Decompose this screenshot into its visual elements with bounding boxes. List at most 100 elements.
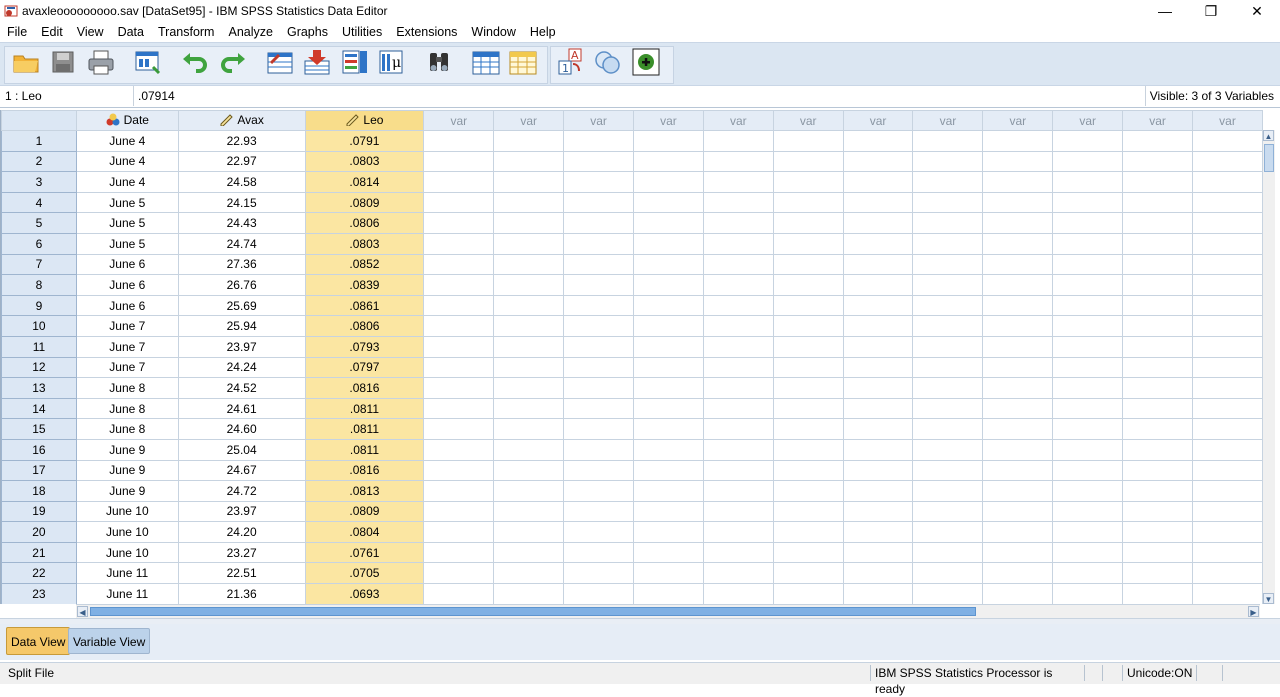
empty-cell[interactable] bbox=[1191, 130, 1263, 152]
empty-cell[interactable] bbox=[842, 397, 914, 420]
cell-date[interactable]: June 9 bbox=[75, 480, 179, 502]
empty-cell[interactable] bbox=[702, 130, 774, 152]
restore-button[interactable]: ❐ bbox=[1188, 0, 1234, 22]
empty-cell[interactable] bbox=[1122, 232, 1193, 255]
empty-cell[interactable] bbox=[772, 521, 844, 543]
empty-cell[interactable] bbox=[632, 418, 704, 440]
empty-cell[interactable] bbox=[493, 212, 565, 234]
empty-cell[interactable] bbox=[702, 583, 774, 604]
cell-avax[interactable]: 25.04 bbox=[177, 438, 306, 461]
empty-cell[interactable] bbox=[912, 459, 984, 482]
empty-cell[interactable] bbox=[493, 377, 565, 399]
cell-date[interactable]: June 11 bbox=[75, 583, 179, 604]
empty-cell[interactable] bbox=[772, 335, 844, 358]
cell-date[interactable]: June 9 bbox=[75, 438, 179, 461]
empty-cell[interactable] bbox=[772, 171, 844, 193]
empty-cell[interactable] bbox=[1122, 397, 1193, 420]
empty-cell[interactable] bbox=[1191, 500, 1263, 523]
empty-cell[interactable] bbox=[563, 397, 634, 420]
value-labels-icon[interactable]: A1 bbox=[556, 47, 586, 77]
empty-cell[interactable] bbox=[982, 191, 1054, 214]
empty-cell[interactable] bbox=[702, 418, 774, 440]
menu-analyze[interactable]: Analyze bbox=[221, 22, 279, 42]
empty-cell[interactable] bbox=[1122, 335, 1193, 358]
empty-cell[interactable] bbox=[1191, 212, 1263, 234]
empty-cell[interactable] bbox=[1122, 212, 1193, 234]
cell-date[interactable]: June 8 bbox=[75, 397, 179, 420]
empty-var-header[interactable]: var bbox=[1191, 110, 1263, 131]
empty-cell[interactable] bbox=[772, 356, 844, 379]
cell-leo[interactable]: .0705 bbox=[304, 562, 425, 585]
empty-cell[interactable] bbox=[1122, 294, 1193, 317]
empty-cell[interactable] bbox=[563, 212, 634, 234]
empty-cell[interactable] bbox=[493, 397, 565, 420]
empty-cell[interactable] bbox=[1191, 253, 1263, 276]
empty-cell[interactable] bbox=[772, 315, 844, 337]
empty-cell[interactable] bbox=[982, 171, 1054, 193]
empty-cell[interactable] bbox=[982, 315, 1054, 337]
cell-date[interactable]: June 10 bbox=[75, 500, 179, 523]
empty-cell[interactable] bbox=[1191, 191, 1263, 214]
empty-cell[interactable] bbox=[632, 274, 704, 296]
cell-leo[interactable]: .0809 bbox=[304, 500, 425, 523]
cell-date[interactable]: June 10 bbox=[75, 541, 179, 564]
empty-cell[interactable] bbox=[842, 459, 914, 482]
cell-leo[interactable]: .0797 bbox=[304, 356, 425, 379]
empty-cell[interactable] bbox=[632, 583, 704, 604]
empty-cell[interactable] bbox=[982, 521, 1054, 543]
empty-cell[interactable] bbox=[1052, 232, 1124, 255]
empty-cell[interactable] bbox=[982, 418, 1054, 440]
empty-cell[interactable] bbox=[1052, 541, 1124, 564]
cell-leo[interactable]: .0793 bbox=[304, 335, 425, 358]
empty-cell[interactable] bbox=[982, 562, 1054, 585]
cell-leo[interactable]: .0693 bbox=[304, 583, 425, 604]
empty-cell[interactable] bbox=[772, 480, 844, 502]
empty-cell[interactable] bbox=[982, 130, 1054, 152]
empty-cell[interactable] bbox=[423, 480, 495, 502]
empty-cell[interactable] bbox=[563, 335, 634, 358]
empty-cell[interactable] bbox=[1191, 377, 1263, 399]
empty-cell[interactable] bbox=[702, 480, 774, 502]
empty-cell[interactable] bbox=[772, 274, 844, 296]
empty-cell[interactable] bbox=[772, 253, 844, 276]
empty-cell[interactable] bbox=[912, 171, 984, 193]
empty-cell[interactable] bbox=[493, 191, 565, 214]
redo-icon[interactable] bbox=[218, 47, 248, 77]
empty-cell[interactable] bbox=[632, 500, 704, 523]
empty-cell[interactable] bbox=[982, 150, 1054, 173]
empty-cell[interactable] bbox=[982, 480, 1054, 502]
cell-avax[interactable]: 24.61 bbox=[177, 397, 306, 420]
empty-cell[interactable] bbox=[702, 150, 774, 173]
cell-leo[interactable]: .0861 bbox=[304, 294, 425, 317]
empty-cell[interactable] bbox=[493, 583, 565, 604]
recall-dialog-icon[interactable] bbox=[133, 47, 163, 77]
empty-cell[interactable] bbox=[842, 253, 914, 276]
run-descriptives-icon[interactable]: μ bbox=[377, 47, 407, 77]
horizontal-scroll-thumb[interactable] bbox=[90, 607, 976, 616]
cell-leo[interactable]: .0816 bbox=[304, 377, 425, 399]
cell-date[interactable]: June 4 bbox=[75, 130, 179, 152]
empty-cell[interactable] bbox=[563, 418, 634, 440]
empty-cell[interactable] bbox=[632, 356, 704, 379]
empty-cell[interactable] bbox=[423, 191, 495, 214]
empty-cell[interactable] bbox=[1052, 583, 1124, 604]
cell-leo[interactable]: .0839 bbox=[304, 274, 425, 296]
empty-cell[interactable] bbox=[982, 459, 1054, 482]
empty-cell[interactable] bbox=[1191, 335, 1263, 358]
menu-edit[interactable]: Edit bbox=[34, 22, 70, 42]
empty-cell[interactable] bbox=[1052, 171, 1124, 193]
empty-cell[interactable] bbox=[563, 438, 634, 461]
empty-cell[interactable] bbox=[423, 171, 495, 193]
empty-cell[interactable] bbox=[1191, 232, 1263, 255]
empty-cell[interactable] bbox=[632, 377, 704, 399]
empty-cell[interactable] bbox=[493, 438, 565, 461]
empty-cell[interactable] bbox=[842, 500, 914, 523]
empty-cell[interactable] bbox=[842, 232, 914, 255]
empty-cell[interactable] bbox=[772, 232, 844, 255]
empty-cell[interactable] bbox=[1191, 171, 1263, 193]
row-number[interactable]: 12 bbox=[1, 356, 77, 379]
empty-var-header[interactable]: var bbox=[493, 110, 565, 131]
empty-cell[interactable] bbox=[423, 294, 495, 317]
column-header-date[interactable]: Date bbox=[75, 110, 179, 131]
empty-cell[interactable] bbox=[842, 418, 914, 440]
